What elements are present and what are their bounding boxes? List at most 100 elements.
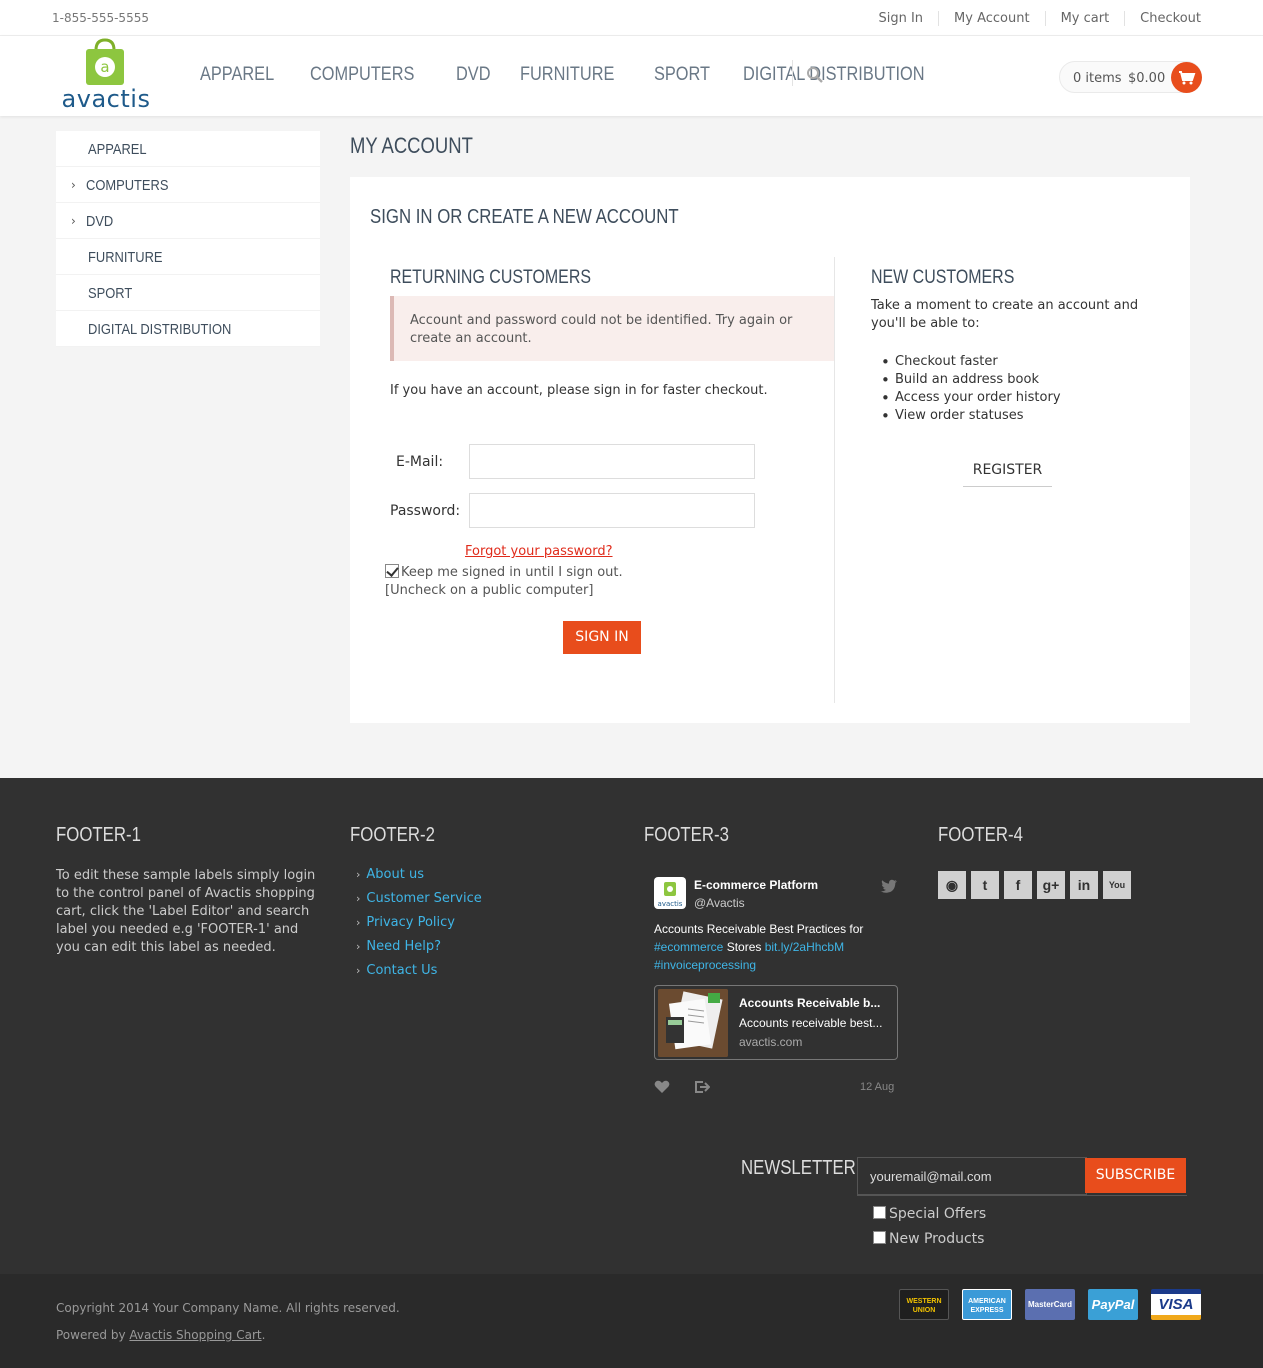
tweet-date[interactable]: 12 Aug (860, 1081, 894, 1093)
sidebar-item-label: DVD (86, 213, 114, 230)
chevron-right-icon: › (356, 916, 361, 929)
column-divider (834, 257, 835, 703)
nav-sport[interactable]: SPORT (654, 64, 710, 86)
special-offers-option[interactable]: Special Offers (873, 1206, 986, 1222)
email-field[interactable] (469, 444, 755, 479)
footer-2-title: FOOTER-2 (350, 824, 435, 846)
footer-link-label[interactable]: About us (366, 867, 424, 882)
sidebar-item-label: DIGITAL DISTRIBUTION (88, 321, 232, 338)
chevron-right-icon: › (356, 940, 361, 953)
avactis-avatar-icon: avactis (658, 882, 683, 908)
footer-3-title: FOOTER-3 (644, 824, 729, 846)
checkout-link[interactable]: Checkout (1124, 11, 1201, 26)
nav-digital-distribution[interactable]: DIGITAL DISTRIBUTION (743, 64, 925, 86)
youtube-icon[interactable]: You (1103, 871, 1131, 899)
google-plus-icon[interactable]: g+ (1037, 871, 1065, 899)
footer-link-privacy[interactable]: › Privacy Policy (356, 914, 482, 938)
mini-cart[interactable]: 0 items $0.00 (1059, 61, 1202, 93)
special-offers-checkbox[interactable] (873, 1206, 886, 1219)
tweet-author-name[interactable]: E-commerce Platform (694, 878, 818, 892)
sidebar-item-digital-distribution[interactable]: DIGITAL DISTRIBUTION (56, 311, 320, 347)
sign-in-button[interactable]: SIGN IN (563, 621, 641, 654)
payment-methods: WESTERN UNION AMERICAN EXPRESS MasterCar… (899, 1289, 1201, 1320)
forgot-password-link[interactable]: Forgot your password? (465, 544, 613, 559)
new-customers-title: NEW CUSTOMERS (871, 267, 1015, 288)
tweet-hashtag[interactable]: #invoiceprocessing (654, 958, 756, 972)
avactis-link[interactable]: Avactis Shopping Cart (129, 1328, 261, 1342)
new-products-label[interactable]: New Products (889, 1231, 984, 1247)
heart-icon[interactable] (654, 1080, 670, 1094)
footer-link-label[interactable]: Privacy Policy (366, 915, 455, 930)
register-button[interactable]: REGISTER (963, 459, 1052, 487)
tweet-text: Accounts Receivable Best Practices for #… (654, 920, 894, 974)
logo[interactable]: a avactis (60, 38, 152, 113)
my-cart-link[interactable]: My cart (1044, 11, 1125, 26)
footer-link-contact[interactable]: › Contact Us (356, 962, 482, 986)
logo-text: avactis (61, 85, 151, 113)
chevron-right-icon: › (71, 214, 76, 228)
tweet-link[interactable]: bit.ly/2aHhcbM (765, 940, 844, 954)
nav-divider (792, 60, 793, 86)
email-label: E-Mail: (396, 454, 444, 470)
tweet-avatar[interactable]: avactis (654, 877, 686, 909)
footer-link-label[interactable]: Contact Us (366, 963, 437, 978)
nav-computers[interactable]: COMPUTERS (310, 64, 414, 86)
footer-link-customer-service[interactable]: › Customer Service (356, 890, 482, 914)
password-field[interactable] (469, 493, 755, 528)
powered-by-prefix: Powered by (56, 1328, 130, 1342)
subscribe-button[interactable]: SUBSCRIBE (1085, 1158, 1186, 1193)
footer-link-about[interactable]: › About us (356, 866, 482, 890)
sidebar-item-computers[interactable]: › COMPUTERS (56, 167, 320, 203)
list-item: Build an address book (881, 371, 1061, 389)
new-products-checkbox[interactable] (873, 1231, 886, 1244)
shopping-bag-logo-icon: a (86, 38, 124, 85)
nav-dvd[interactable]: DVD (456, 64, 491, 86)
tweet-card-title: Accounts Receivable b... (739, 996, 881, 1010)
chevron-right-icon: › (356, 892, 361, 905)
cart-button[interactable] (1171, 62, 1202, 93)
tweet-hashtag[interactable]: #ecommerce (654, 940, 723, 954)
chevron-right-icon: › (71, 178, 76, 192)
social-icons: ◉ t f g+ in You (938, 871, 1131, 899)
tweet-link-card[interactable]: Accounts Receivable b... Accounts receiv… (654, 985, 898, 1060)
footer-link-help[interactable]: › Need Help? (356, 938, 482, 962)
sidebar-item-dvd[interactable]: › DVD (56, 203, 320, 239)
list-item: Checkout faster (881, 353, 1061, 371)
new-products-option[interactable]: New Products (873, 1231, 984, 1247)
my-account-link[interactable]: My Account (938, 11, 1045, 26)
facebook-icon[interactable]: f (1004, 871, 1032, 899)
sidebar-item-label: COMPUTERS (86, 177, 169, 194)
account-panel: SIGN IN OR CREATE A NEW ACCOUNT RETURNIN… (350, 177, 1190, 723)
footer-link-label[interactable]: Customer Service (366, 891, 481, 906)
tweet-card-url: avactis.com (739, 1035, 803, 1049)
linkedin-icon[interactable]: in (1070, 871, 1098, 899)
twitter-icon[interactable]: t (971, 871, 999, 899)
chevron-right-icon: › (356, 964, 361, 977)
sidebar-item-label: FURNITURE (88, 249, 163, 266)
footer-link-label[interactable]: Need Help? (366, 939, 441, 954)
svg-text:a: a (100, 58, 109, 76)
main-nav: APPAREL COMPUTERS DVD FURNITURE SPORT DI… (200, 64, 978, 86)
share-icon[interactable] (694, 1080, 710, 1094)
documents-image (658, 989, 728, 1057)
sign-in-link[interactable]: Sign In (863, 11, 938, 26)
keep-signed-in-checkbox[interactable] (385, 564, 399, 578)
cart-total: $0.00 (1128, 71, 1166, 86)
keep-signed-in-label[interactable]: Keep me signed in until I sign out. (401, 565, 623, 580)
newsletter-email-input[interactable] (857, 1157, 1087, 1195)
list-item: View order statuses (881, 407, 1061, 425)
footer: FOOTER-1 To edit these sample labels sim… (0, 778, 1263, 1274)
sidebar-item-sport[interactable]: SPORT (56, 275, 320, 311)
password-label: Password: (390, 503, 461, 519)
search-icon[interactable] (806, 66, 824, 84)
special-offers-label[interactable]: Special Offers (889, 1206, 986, 1222)
sidebar-item-apparel[interactable]: APPAREL (56, 131, 320, 167)
sidebar-item-furniture[interactable]: FURNITURE (56, 239, 320, 275)
rss-icon[interactable]: ◉ (938, 871, 966, 899)
tweet-author-handle[interactable]: @Avactis (694, 896, 745, 910)
tweet-text-part: Stores (723, 940, 765, 954)
nav-furniture[interactable]: FURNITURE (520, 64, 614, 86)
keep-signed-in: Keep me signed in until I sign out. [Unc… (385, 564, 623, 600)
twitter-bird-icon[interactable] (880, 879, 898, 893)
nav-apparel[interactable]: APPAREL (200, 64, 274, 86)
